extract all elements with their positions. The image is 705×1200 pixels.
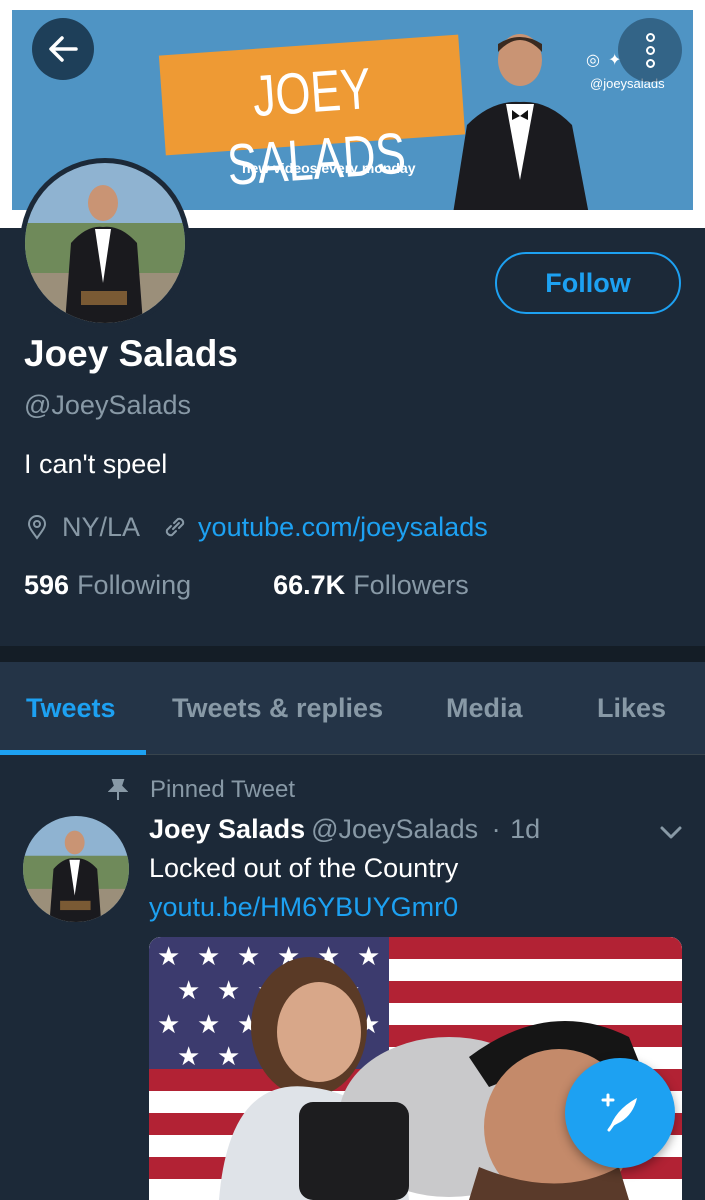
following-label: Following (77, 570, 192, 600)
avatar-photo (25, 163, 185, 323)
profile-name: Joey Salads (24, 333, 238, 374)
menu-dot-icon (645, 58, 655, 68)
svg-text:★: ★ (177, 1042, 200, 1072)
tweet-header: Joey Salads @JoeySalads · 1d (149, 814, 540, 845)
tweet-separator: · (491, 814, 501, 844)
banner-logo: JOEY SALADS (158, 34, 466, 198)
overflow-menu-button[interactable] (618, 18, 682, 82)
svg-text:★: ★ (157, 1010, 180, 1040)
back-button[interactable] (32, 18, 94, 80)
section-divider (0, 646, 705, 662)
link-icon (165, 517, 185, 537)
following-stat[interactable]: 596 Following (24, 570, 191, 601)
tweet-text: Locked out of the Country (149, 853, 459, 883)
profile-bio: I can't speel (24, 449, 168, 479)
svg-text:★: ★ (177, 976, 200, 1006)
pin-icon (108, 779, 128, 800)
tweet-author-name[interactable]: Joey Salads (149, 814, 305, 844)
followers-label: Followers (353, 570, 469, 600)
svg-text:★: ★ (197, 942, 220, 972)
profile-tabs: Tweets Tweets & replies Media Likes (0, 662, 705, 755)
avatar-image (23, 816, 129, 922)
svg-text:★: ★ (197, 1010, 220, 1040)
banner-tagline: new videos every monday (242, 160, 416, 176)
tweet-author-handle: @JoeySalads (311, 814, 479, 844)
back-arrow-icon (49, 36, 78, 62)
followers-stat[interactable]: 66.7K Followers (273, 570, 469, 601)
banner-person-illustration (453, 34, 589, 210)
tab-likes[interactable]: Likes (597, 662, 666, 755)
profile-handle: @JoeySalads (24, 390, 191, 420)
banner-logo-text: JOEY SALADS (225, 55, 408, 198)
active-tab-indicator (0, 750, 146, 755)
menu-dot-icon (645, 45, 655, 55)
profile-avatar[interactable] (20, 158, 190, 328)
svg-text:★: ★ (237, 942, 260, 972)
profile-location: NY/LA (62, 511, 141, 542)
pinned-label: Pinned Tweet (150, 776, 295, 803)
chevron-down-icon[interactable] (658, 822, 684, 842)
tweet-author-avatar[interactable] (23, 816, 129, 922)
profile-website-link[interactable]: youtube.com/joeysalads (198, 512, 488, 543)
follow-button[interactable]: Follow (495, 252, 681, 314)
compose-tweet-button[interactable] (565, 1058, 675, 1168)
tweet-link[interactable]: youtu.be/HM6YBUYGmr0 (149, 892, 458, 923)
profile-meta: NY/LA youtube.com/joeysalads (24, 509, 488, 545)
followers-count: 66.7K (273, 570, 346, 600)
svg-text:★: ★ (157, 942, 180, 972)
tab-media[interactable]: Media (446, 662, 523, 755)
tweet-time: 1d (510, 814, 541, 844)
compose-quill-icon (601, 1093, 637, 1132)
location-pin-icon (27, 515, 47, 540)
pinned-indicator: Pinned Tweet (108, 776, 295, 804)
svg-text:★: ★ (217, 976, 240, 1006)
tab-tweets-replies[interactable]: Tweets & replies (172, 662, 383, 755)
profile-stats: 596 Following 66.7K Followers (24, 570, 469, 601)
svg-text:★: ★ (217, 1042, 240, 1072)
menu-dot-icon (645, 32, 655, 42)
tab-tweets[interactable]: Tweets (26, 662, 116, 755)
avatar-image (25, 163, 185, 323)
instagram-icon: ◎ (586, 52, 608, 69)
following-count: 596 (24, 570, 70, 600)
svg-text:★: ★ (357, 942, 380, 972)
